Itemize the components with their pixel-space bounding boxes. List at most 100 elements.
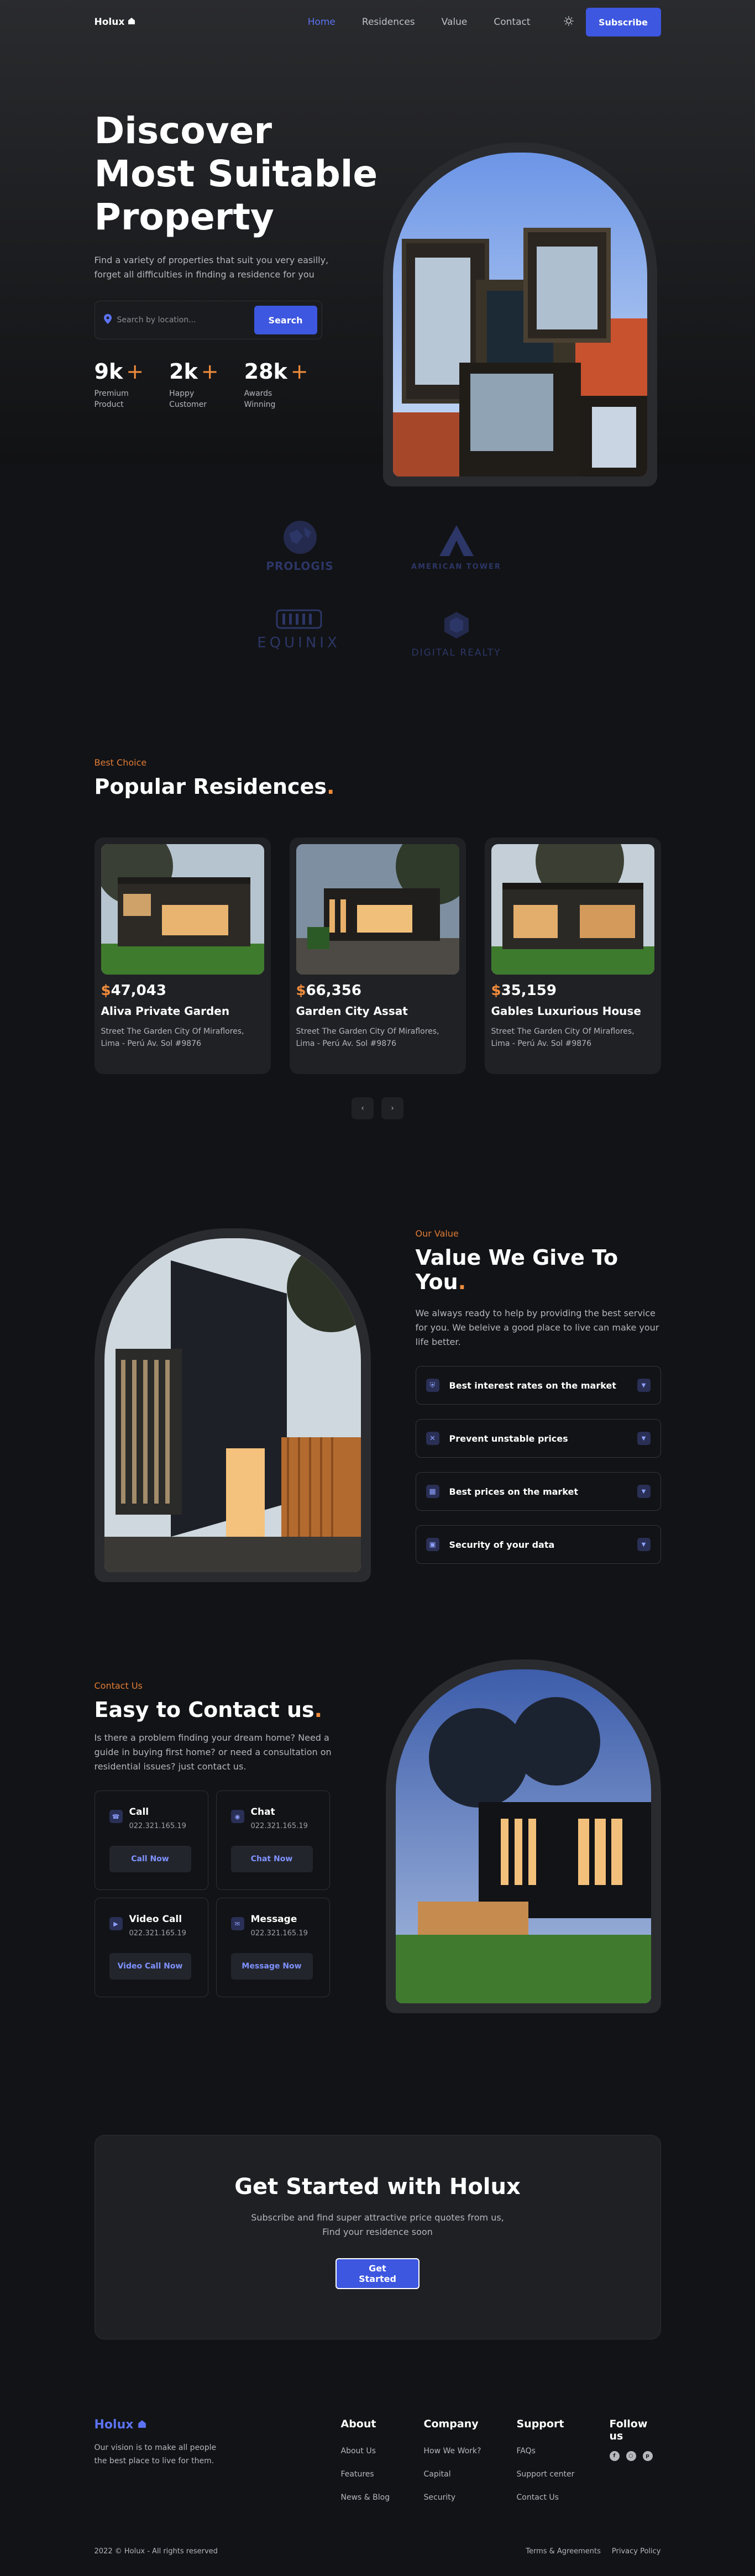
contact-building-image: [395, 1669, 651, 2003]
residence-card[interactable]: $35,159 Gables Luxurious House Street Th…: [484, 837, 661, 1074]
logo-prologis: PROLOGIS: [261, 520, 339, 573]
footer-col-title: Follow us: [609, 2418, 648, 2442]
value-description: We always ready to help by providing the…: [415, 1308, 659, 1347]
footer-link-contact-us[interactable]: Contact Us: [517, 2493, 575, 2502]
currency-symbol: $: [491, 982, 501, 999]
next-arrow-icon[interactable]: ›: [381, 1097, 403, 1119]
contact-option-title: Message: [250, 1914, 297, 1925]
contact-message: ✉ Message 022.321.165.19 Message Now: [216, 1898, 330, 1997]
nav-value[interactable]: Value: [442, 17, 468, 28]
chevron-down-icon[interactable]: ▼: [637, 1432, 651, 1445]
stat-value: 2k: [169, 359, 198, 384]
residence-address: Street The Garden City Of Miraflores, Li…: [101, 1027, 244, 1048]
chevron-down-icon[interactable]: ▼: [637, 1538, 651, 1551]
accordion-item[interactable]: ✕ Prevent unstable prices ▼: [415, 1419, 661, 1458]
logo-american-tower-text: AMERICAN TOWER: [411, 563, 501, 571]
accordion-item[interactable]: ▦ Best prices on the market ▼: [415, 1472, 661, 1511]
chevron-down-icon[interactable]: ▼: [637, 1485, 651, 1498]
logo-american-tower: AMERICAN TOWER: [393, 524, 520, 571]
privacy-link[interactable]: Privacy Policy: [612, 2547, 661, 2556]
globe-icon: [283, 521, 317, 554]
brand-logo[interactable]: Holux: [95, 17, 136, 28]
chat-now-button[interactable]: Chat Now: [230, 1846, 313, 1872]
brand-name: Holux: [94, 17, 125, 28]
footer-link-capital[interactable]: Capital: [424, 2470, 481, 2479]
contact-title: Easy to Contact us.: [94, 1698, 323, 1722]
video-call-now-button[interactable]: Video Call Now: [109, 1953, 191, 1980]
contact-chat: ◉ Chat 022.321.165.19 Chat Now: [216, 1790, 330, 1890]
contact-option-number: 022.321.165.19: [250, 1822, 308, 1830]
footer-link-faqs[interactable]: FAQs: [517, 2447, 575, 2455]
price-value: 66,356: [306, 982, 361, 999]
stat-happy: 2k + Happy Customer: [169, 359, 219, 410]
footer-link-features[interactable]: Features: [341, 2470, 390, 2479]
footer-support: Support FAQs Support center Contact Us: [517, 2418, 575, 2502]
residence-card[interactable]: $47,043 Aliva Private Garden Street The …: [94, 837, 271, 1074]
cta-section: Get Started with Holux Subscribe and fin…: [0, 2124, 755, 2378]
residence-address: Street The Garden City Of Miraflores, Li…: [296, 1027, 439, 1048]
prev-arrow-icon[interactable]: ‹: [352, 1097, 374, 1119]
subscribe-button[interactable]: Subscribe: [585, 8, 661, 36]
logo-digital-realty: DIGITAL REALTY: [396, 611, 517, 658]
footer-brand[interactable]: Holux: [95, 2418, 147, 2432]
navbar: Holux Home Residences Value Contact Subs…: [95, 0, 661, 44]
hero-title-line-2: Most Suitable: [94, 153, 378, 195]
copyright: 2022 © Holux - All rights reserved: [94, 2547, 218, 2556]
call-now-button[interactable]: Call Now: [109, 1846, 191, 1872]
shield-icon: ⛨: [426, 1379, 439, 1392]
search-input[interactable]: [117, 316, 249, 324]
stat-label: Happy Customer: [169, 389, 207, 409]
accordion-label: Security of your data: [449, 1539, 555, 1550]
theme-toggle-icon[interactable]: [564, 16, 574, 29]
facebook-icon[interactable]: f: [609, 2451, 620, 2461]
nav-residences[interactable]: Residences: [362, 17, 415, 28]
value-image-frame: [94, 1228, 371, 1582]
phone-icon: ☎: [109, 1810, 123, 1823]
terms-link[interactable]: Terms & Agreements: [526, 2547, 601, 2556]
search-button[interactable]: Search: [254, 306, 317, 334]
contact-title-text: Easy to Contact us: [94, 1698, 314, 1722]
contact-image-frame: [385, 1659, 661, 2013]
chart-icon: ▦: [426, 1485, 439, 1498]
residence-price: $35,159: [491, 982, 654, 999]
residence-address: Street The Garden City Of Miraflores, Li…: [491, 1027, 635, 1048]
residence-card[interactable]: $66,356 Garden City Assat Street The Gar…: [289, 837, 466, 1074]
footer-link-support-center[interactable]: Support center: [517, 2470, 575, 2479]
footer-link-about-us[interactable]: About Us: [341, 2447, 390, 2455]
contact-call: ☎ Call 022.321.165.19 Call Now: [94, 1790, 208, 1890]
logo-equinix-text: EQUINIX: [257, 635, 340, 651]
accordion-label: Best prices on the market: [449, 1486, 579, 1497]
nav-links: Home Residences Value Contact: [308, 17, 531, 28]
footer-follow: Follow us f ○ p: [609, 2418, 661, 2461]
pinterest-icon[interactable]: p: [642, 2451, 653, 2461]
residences-title: Popular Residences.: [94, 774, 335, 799]
currency-symbol: $: [101, 982, 111, 999]
hero-title-line-3: Property: [94, 196, 274, 238]
stat-premium: 9k + Premium Product: [95, 359, 144, 410]
message-now-button[interactable]: Message Now: [230, 1953, 313, 1980]
footer-col-title: Support: [516, 2418, 564, 2430]
footer-link-news-blog[interactable]: News & Blog: [341, 2493, 390, 2502]
footer-description: Our vision is to make all people the bes…: [94, 2443, 217, 2465]
nav-contact[interactable]: Contact: [494, 17, 530, 28]
accordion-label: Prevent unstable prices: [449, 1433, 568, 1444]
residence-image: [296, 844, 459, 975]
footer-link-how-we-work[interactable]: How We Work?: [424, 2447, 481, 2455]
contact-tag: Contact Us: [94, 1680, 143, 1691]
footer-link-security[interactable]: Security: [424, 2493, 481, 2502]
footer-about: About About Us Features News & Blog: [341, 2418, 390, 2502]
accordion-item[interactable]: ▣ Security of your data ▼: [415, 1525, 661, 1564]
contact-option-number: 022.321.165.19: [129, 1929, 186, 1938]
get-started-button[interactable]: Get Started: [335, 2258, 420, 2289]
chevron-down-icon[interactable]: ▼: [637, 1379, 651, 1392]
cancel-icon: ✕: [426, 1432, 439, 1445]
footer-col-title: About: [340, 2418, 376, 2430]
hero-image-frame: [382, 143, 657, 486]
nav-home[interactable]: Home: [308, 17, 335, 28]
value-content: Our Value Value We Give To You. We alway…: [415, 1228, 661, 1564]
footer-col-title: Company: [423, 2418, 479, 2430]
hero-building-image: [392, 153, 647, 477]
instagram-icon[interactable]: ○: [626, 2451, 636, 2461]
accordion-item[interactable]: ⛨ Best interest rates on the market ▼: [415, 1366, 661, 1405]
contact-description: Is there a problem finding your dream ho…: [94, 1732, 332, 1772]
